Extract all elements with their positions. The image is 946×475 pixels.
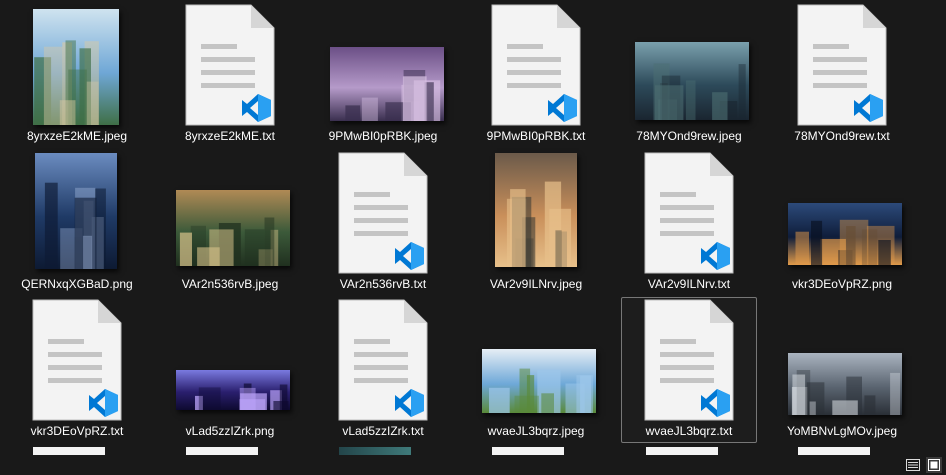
file-thumbnail-area — [469, 298, 603, 424]
text-document-icon — [797, 4, 887, 126]
file-thumbnail-area — [163, 3, 297, 129]
image-file-tile[interactable]: 78MYOnd9rew.jpeg — [621, 2, 757, 148]
file-thumbnail-area — [316, 3, 450, 129]
file-thumbnail-area — [10, 3, 144, 129]
file-thumbnail-area — [775, 298, 909, 424]
file-thumbnail-area — [10, 298, 144, 424]
image-thumbnail — [788, 353, 902, 415]
file-name-label: VAr2n536rvB.txt — [339, 277, 427, 291]
text-document-icon — [795, 3, 889, 129]
file-thumbnail-area — [622, 151, 756, 277]
file-name-label: YoMBNvLgMOv.jpeg — [786, 424, 898, 438]
file-thumbnail-area — [469, 151, 603, 277]
large-icons-view-button[interactable] — [926, 457, 942, 473]
text-document-icon — [336, 298, 430, 424]
text-document-icon — [30, 298, 124, 424]
file-name-label: wvaeJL3bqrz.jpeg — [487, 424, 585, 438]
image-file-tile[interactable]: QERNxqXGBaD.png — [9, 150, 145, 296]
text-document-icon — [338, 152, 428, 274]
file-name-label: wvaeJL3bqrz.txt — [645, 424, 733, 438]
image-file-tile[interactable]: vkr3DEoVpRZ.png — [774, 150, 910, 296]
image-file-tile[interactable]: VAr2v9ILNrv.jpeg — [468, 150, 604, 296]
text-file-tile[interactable]: VAr2v9ILNrv.txt — [621, 150, 757, 296]
file-name-label: vkr3DEoVpRZ.png — [791, 277, 893, 291]
partial-doc-icon — [492, 447, 564, 455]
text-document-icon — [489, 3, 583, 129]
file-name-label: 78MYOnd9rew.txt — [794, 129, 890, 143]
file-name-label: QERNxqXGBaD.png — [21, 277, 133, 291]
file-explorer-grid: 8yrxzeE2kME.jpeg 8yrxzeE2kME.txt 9PMwBI0pR… — [0, 0, 946, 475]
text-file-tile[interactable]: wvaeJL3bqrz.txt — [621, 297, 757, 443]
file-thumbnail-area — [622, 3, 756, 129]
image-file-tile[interactable]: wvaeJL3bqrz.jpeg — [468, 297, 604, 443]
file-thumbnail-area — [775, 151, 909, 277]
file-name-label: 78MYOnd9rew.jpeg — [636, 129, 742, 143]
text-document-icon — [642, 151, 736, 277]
text-file-tile[interactable]: VAr2n536rvB.txt — [315, 150, 451, 296]
image-thumbnail — [495, 153, 577, 267]
file-name-label: VAr2n536rvB.jpeg — [181, 277, 279, 291]
file-name-label: VAr2v9ILNrv.txt — [647, 277, 731, 291]
partial-doc-icon — [798, 447, 870, 455]
file-thumbnail-area — [163, 298, 297, 424]
image-thumbnail — [788, 203, 902, 265]
partial-image-thumbnail — [339, 447, 411, 455]
text-document-icon — [644, 152, 734, 274]
file-thumbnail-area — [316, 298, 450, 424]
image-thumbnail — [33, 9, 119, 125]
file-name-label: 8yrxzeE2kME.jpeg — [26, 129, 128, 143]
text-document-icon — [32, 299, 122, 421]
image-thumbnail — [176, 190, 290, 266]
text-file-tile[interactable]: 8yrxzeE2kME.txt — [162, 2, 298, 148]
file-name-label: 9PMwBI0pRBK.jpeg — [328, 129, 438, 143]
file-thumbnail-area — [622, 298, 756, 424]
partial-doc-icon — [186, 447, 258, 455]
text-document-icon — [642, 298, 736, 424]
image-thumbnail — [176, 370, 290, 410]
partial-doc-icon — [33, 447, 105, 455]
text-file-tile[interactable]: vLad5zzIZrk.txt — [315, 297, 451, 443]
image-file-tile[interactable]: 9PMwBI0pRBK.jpeg — [315, 2, 451, 148]
image-thumbnail — [635, 42, 749, 120]
text-file-tile[interactable]: 78MYOnd9rew.txt — [774, 2, 910, 148]
text-document-icon — [185, 4, 275, 126]
text-document-icon — [336, 151, 430, 277]
file-name-label: vLad5zzIZrk.png — [185, 424, 275, 438]
image-file-tile[interactable]: YoMBNvLgMOv.jpeg — [774, 297, 910, 443]
text-document-icon — [644, 299, 734, 421]
file-thumbnail-area — [10, 151, 144, 277]
image-thumbnail — [482, 349, 596, 413]
text-file-tile[interactable]: vkr3DEoVpRZ.txt — [9, 297, 145, 443]
image-file-tile[interactable]: VAr2n536rvB.jpeg — [162, 150, 298, 296]
file-name-label: 9PMwBI0pRBK.txt — [486, 129, 586, 143]
file-thumbnail-area — [775, 3, 909, 129]
text-document-icon — [491, 4, 581, 126]
file-name-label: vkr3DEoVpRZ.txt — [30, 424, 124, 438]
image-file-tile[interactable]: 8yrxzeE2kME.jpeg — [9, 2, 145, 148]
details-view-button[interactable] — [905, 457, 921, 473]
file-thumbnail-area — [163, 151, 297, 277]
status-bar — [0, 455, 946, 475]
image-thumbnail — [330, 47, 444, 121]
file-name-label: vLad5zzIZrk.txt — [342, 424, 424, 438]
text-document-icon — [183, 3, 277, 129]
file-thumbnail-area — [316, 151, 450, 277]
file-name-label: VAr2v9ILNrv.jpeg — [489, 277, 583, 291]
text-document-icon — [338, 299, 428, 421]
partial-doc-icon — [646, 447, 718, 455]
text-file-tile[interactable]: 9PMwBI0pRBK.txt — [468, 2, 604, 148]
file-thumbnail-area — [469, 3, 603, 129]
image-file-tile[interactable]: vLad5zzIZrk.png — [162, 297, 298, 443]
image-thumbnail — [35, 153, 117, 269]
large-icons-view-icon — [928, 459, 940, 471]
details-view-icon — [906, 459, 920, 471]
file-name-label: 8yrxzeE2kME.txt — [184, 129, 276, 143]
